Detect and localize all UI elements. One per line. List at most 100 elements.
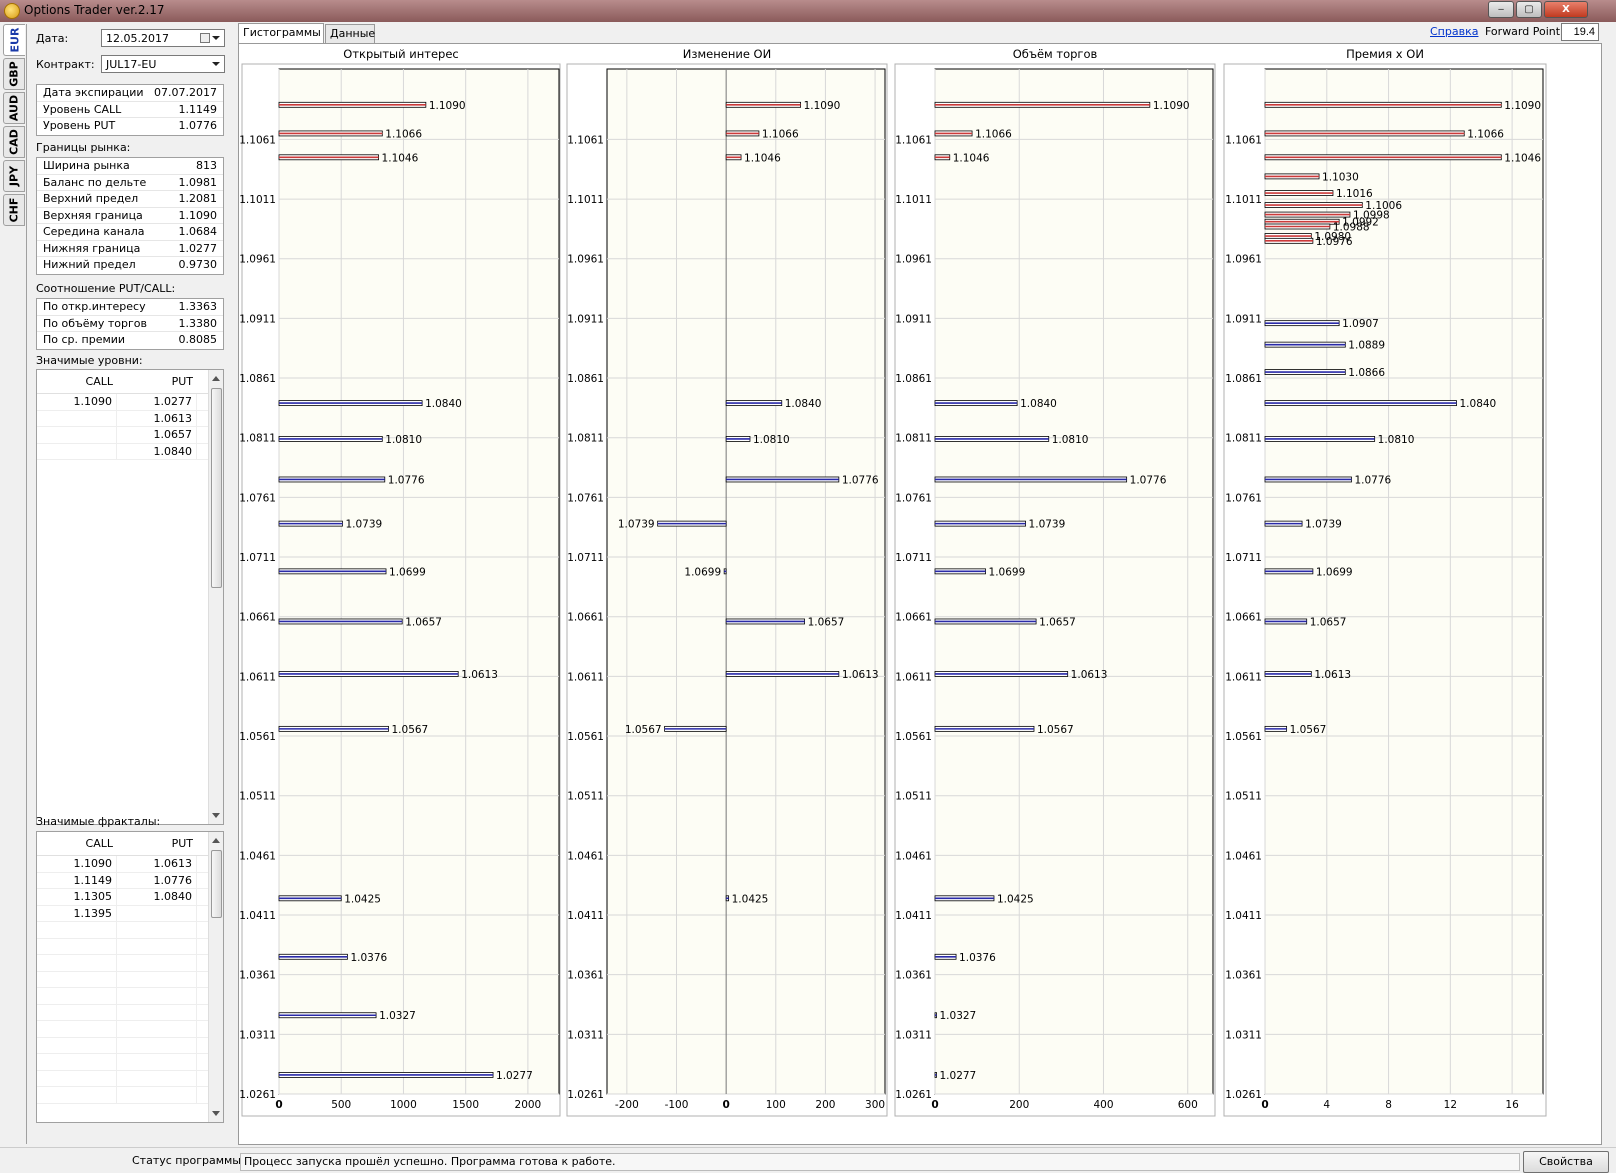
tab-eur[interactable]: EUR: [3, 24, 25, 56]
bar-label: 1.0907: [1342, 318, 1379, 330]
bar-label: 1.0567: [392, 724, 429, 736]
date-picker[interactable]: 12.05.2017: [101, 29, 225, 47]
bounds-row: Нижняя граница 1.0277: [37, 241, 223, 257]
tab-histograms[interactable]: Гистограммы: [238, 23, 324, 44]
call-cell: [37, 443, 117, 459]
x-tick-label: 600: [1178, 1099, 1198, 1111]
list-item[interactable]: 1.0657: [37, 427, 223, 444]
bar-label: 1.0657: [1310, 616, 1347, 628]
list-item[interactable]: 1.1149 1.0776: [37, 872, 223, 889]
list-item[interactable]: 1.1090 1.0277: [37, 394, 223, 411]
tab-cad[interactable]: CAD: [3, 126, 25, 158]
chevron-down-icon[interactable]: [212, 62, 220, 66]
chart-title: Объём торгов: [1013, 47, 1098, 61]
y-tick-label: 1.0311: [895, 1029, 932, 1041]
x-tick-label: 100: [766, 1099, 786, 1111]
put-header[interactable]: PUT: [117, 370, 197, 393]
levels-list[interactable]: CALL PUT 1.1090 1.0277 1.0613 1.0657 1.08…: [36, 369, 224, 825]
maximize-button[interactable]: ▢: [1516, 1, 1542, 18]
y-tick-label: 1.0961: [895, 254, 932, 266]
scroll-up-icon[interactable]: [212, 838, 220, 843]
bar-label: 1.0889: [1348, 340, 1385, 352]
list-item[interactable]: [37, 971, 223, 988]
list-item[interactable]: [37, 1037, 223, 1054]
bar-label: 1.0699: [684, 566, 721, 578]
put-header[interactable]: PUT: [117, 832, 197, 855]
close-button[interactable]: X: [1544, 1, 1588, 18]
tab-cad-label: CAD: [7, 129, 21, 155]
list-item[interactable]: 1.1395: [37, 905, 223, 922]
call-header[interactable]: CALL: [37, 832, 117, 855]
bar-label: 1.0613: [461, 669, 498, 681]
y-tick-label: 1.0311: [567, 1029, 604, 1041]
x-tick-label: 200: [1009, 1099, 1029, 1111]
contract-select[interactable]: JUL17-EU: [101, 55, 225, 73]
x-tick-label: -100: [665, 1099, 689, 1111]
y-tick-label: 1.0711: [895, 552, 932, 564]
tab-chf[interactable]: CHF: [3, 194, 25, 226]
x-tick-label: 0: [722, 1099, 729, 1111]
list-item[interactable]: [37, 922, 223, 939]
bar-label: 1.0739: [1305, 519, 1342, 531]
call-cell: [37, 1070, 117, 1086]
y-tick-label: 1.0611: [239, 671, 276, 683]
list-item[interactable]: [37, 938, 223, 955]
row-value: 1.0776: [178, 119, 218, 132]
y-tick-label: 1.0411: [239, 910, 276, 922]
forward-point-label: Forward Point:: [1485, 25, 1564, 38]
x-tick-label: 4: [1323, 1099, 1330, 1111]
put-cell: 1.0613: [117, 856, 197, 872]
list-item[interactable]: [37, 1021, 223, 1038]
list-item[interactable]: [37, 1087, 223, 1104]
call-cell: 1.1395: [37, 905, 117, 921]
levels-scrollbar[interactable]: [208, 370, 223, 824]
help-link[interactable]: Справка: [1430, 25, 1478, 38]
row-value: 1.3380: [178, 316, 218, 330]
properties-button[interactable]: Свойства: [1523, 1151, 1609, 1173]
put-cell: [117, 905, 197, 921]
list-item[interactable]: [37, 988, 223, 1005]
forward-point-input[interactable]: [1561, 23, 1599, 41]
put-cell: [117, 938, 197, 954]
y-tick-label: 1.0611: [1225, 671, 1262, 683]
scroll-thumb[interactable]: [211, 388, 222, 588]
put-cell: [117, 922, 197, 938]
bar-label: 1.0739: [618, 519, 655, 531]
scroll-down-icon[interactable]: [212, 1111, 220, 1116]
bar-label: 1.1046: [382, 152, 419, 164]
put-cell: [117, 971, 197, 987]
list-item[interactable]: [37, 1054, 223, 1071]
tab-gbp[interactable]: GBP: [3, 58, 25, 90]
fractals-scrollbar[interactable]: [208, 832, 223, 1122]
list-item[interactable]: [37, 1004, 223, 1021]
row-label: По объёму торгов: [43, 316, 147, 330]
tab-data[interactable]: Данные: [325, 24, 375, 43]
call-header[interactable]: CALL: [37, 370, 117, 393]
fractals-list[interactable]: CALL PUT 1.1090 1.0613 1.1149 1.0776 1.130…: [36, 831, 224, 1123]
x-tick-label: 0: [931, 1099, 938, 1111]
chevron-down-icon[interactable]: [212, 36, 220, 40]
list-item[interactable]: 1.0840: [37, 443, 223, 460]
scroll-up-icon[interactable]: [212, 376, 220, 381]
put-cell: 1.0776: [117, 872, 197, 888]
x-tick-label: 500: [331, 1099, 351, 1111]
minimize-button[interactable]: ‒: [1488, 1, 1514, 18]
tab-jpy[interactable]: JPY: [3, 160, 25, 192]
y-tick-label: 1.0961: [239, 254, 276, 266]
bar-label: 1.0376: [959, 952, 996, 964]
scroll-down-icon[interactable]: [212, 813, 220, 818]
call-cell: [37, 1037, 117, 1053]
list-item[interactable]: [37, 1070, 223, 1087]
scroll-thumb[interactable]: [211, 850, 222, 918]
chart-title: Премия х ОИ: [1346, 47, 1424, 61]
list-item[interactable]: 1.1305 1.0840: [37, 889, 223, 906]
list-item[interactable]: 1.1090 1.0613: [37, 856, 223, 873]
list-item[interactable]: 1.0613: [37, 410, 223, 427]
y-tick-label: 1.0311: [239, 1029, 276, 1041]
tab-aud[interactable]: AUD: [3, 92, 25, 124]
list-item[interactable]: [37, 955, 223, 972]
y-tick-label: 1.0661: [239, 612, 276, 624]
call-cell: [37, 1054, 117, 1070]
calendar-icon[interactable]: [200, 33, 210, 43]
bar-label: 1.0699: [989, 566, 1026, 578]
